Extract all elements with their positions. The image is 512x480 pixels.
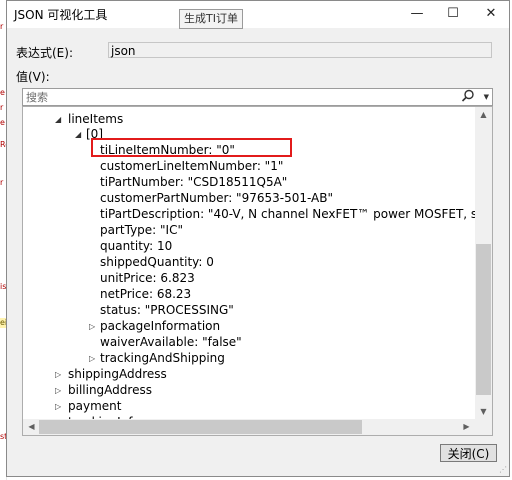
collapse-arrow-icon[interactable]: ◢	[75, 127, 81, 142]
maximize-button[interactable]: ☐	[437, 1, 469, 28]
scroll-down-icon[interactable]: ▼	[475, 404, 492, 420]
vertical-scrollbar[interactable]: ▲ ▼	[475, 107, 492, 420]
scroll-up-icon[interactable]: ▲	[475, 107, 492, 123]
search-icon[interactable]	[460, 88, 476, 104]
tree-node-property[interactable]: quantity: 10	[100, 239, 172, 254]
tree-node-property[interactable]: netPrice: 68.23	[100, 287, 191, 302]
tree-node-property[interactable]: tiPartNumber: "CSD18511Q5A"	[100, 175, 287, 190]
horizontal-scrollbar[interactable]: ◀ ▶	[23, 419, 475, 435]
annotation-highlight-box	[91, 138, 292, 157]
horizontal-scroll-thumb[interactable]	[39, 420, 362, 434]
tree-node-property[interactable]: status: "PROCESSING"	[100, 303, 234, 318]
expand-arrow-icon[interactable]: ▷	[89, 319, 95, 334]
scrollbar-corner	[475, 419, 492, 435]
tree-node-property[interactable]: customerLineItemNumber: "1"	[100, 159, 283, 174]
tooltip: 生成TI订单	[179, 9, 243, 29]
close-button[interactable]: 关闭(C)	[440, 444, 497, 462]
resize-grip-icon[interactable]: ⋰	[499, 465, 507, 474]
json-visualizer-dialog: JSON 可视化工具 — ☐ ✕ 表达式(E): json 值(V): ▼ ◢ …	[6, 0, 510, 477]
search-input[interactable]	[26, 90, 456, 104]
tree-node-property[interactable]: partType: "IC"	[100, 223, 183, 238]
expand-arrow-icon[interactable]: ▷	[55, 399, 61, 414]
scroll-left-icon[interactable]: ◀	[23, 419, 40, 435]
collapse-arrow-icon[interactable]: ◢	[55, 112, 61, 127]
tree-node-property[interactable]: waiverAvailable: "false"	[100, 335, 242, 350]
search-box[interactable]: ▼	[22, 88, 493, 106]
expand-arrow-icon[interactable]: ▷	[55, 367, 61, 382]
expand-arrow-icon[interactable]: ▷	[89, 351, 95, 366]
close-window-button[interactable]: ✕	[475, 1, 507, 28]
tree-node-property[interactable]: shippedQuantity: 0	[100, 255, 214, 270]
window-title: JSON 可视化工具	[14, 8, 108, 22]
minimize-button[interactable]: —	[401, 1, 433, 28]
expression-field[interactable]: json	[108, 42, 492, 58]
tree-node-lineitems[interactable]: lineItems	[68, 112, 123, 127]
expand-arrow-icon[interactable]: ▷	[55, 383, 61, 398]
tree-node-trackingandshipping[interactable]: trackingAndShipping	[100, 351, 225, 366]
tree-node-shippingaddress[interactable]: shippingAddress	[68, 367, 167, 382]
value-label: 值(V):	[16, 70, 50, 84]
tree-node-property[interactable]: customerPartNumber: "97653-501-AB"	[100, 191, 333, 206]
title-bar[interactable]: JSON 可视化工具 — ☐ ✕	[7, 1, 509, 28]
tree-node-billingaddress[interactable]: billingAddress	[68, 383, 152, 398]
search-dropdown-icon[interactable]: ▼	[484, 90, 489, 104]
expression-label: 表达式(E):	[16, 46, 73, 60]
tree-node-packageinformation[interactable]: packageInformation	[100, 319, 220, 334]
vertical-scroll-thumb[interactable]	[476, 244, 491, 395]
tree-node-property[interactable]: tiPartDescription: "40-V, N channel NexF…	[100, 207, 492, 222]
tree-node-property[interactable]: unitPrice: 6.823	[100, 271, 195, 286]
scroll-right-icon[interactable]: ▶	[458, 419, 475, 435]
tree-node-payment[interactable]: payment	[68, 399, 121, 414]
